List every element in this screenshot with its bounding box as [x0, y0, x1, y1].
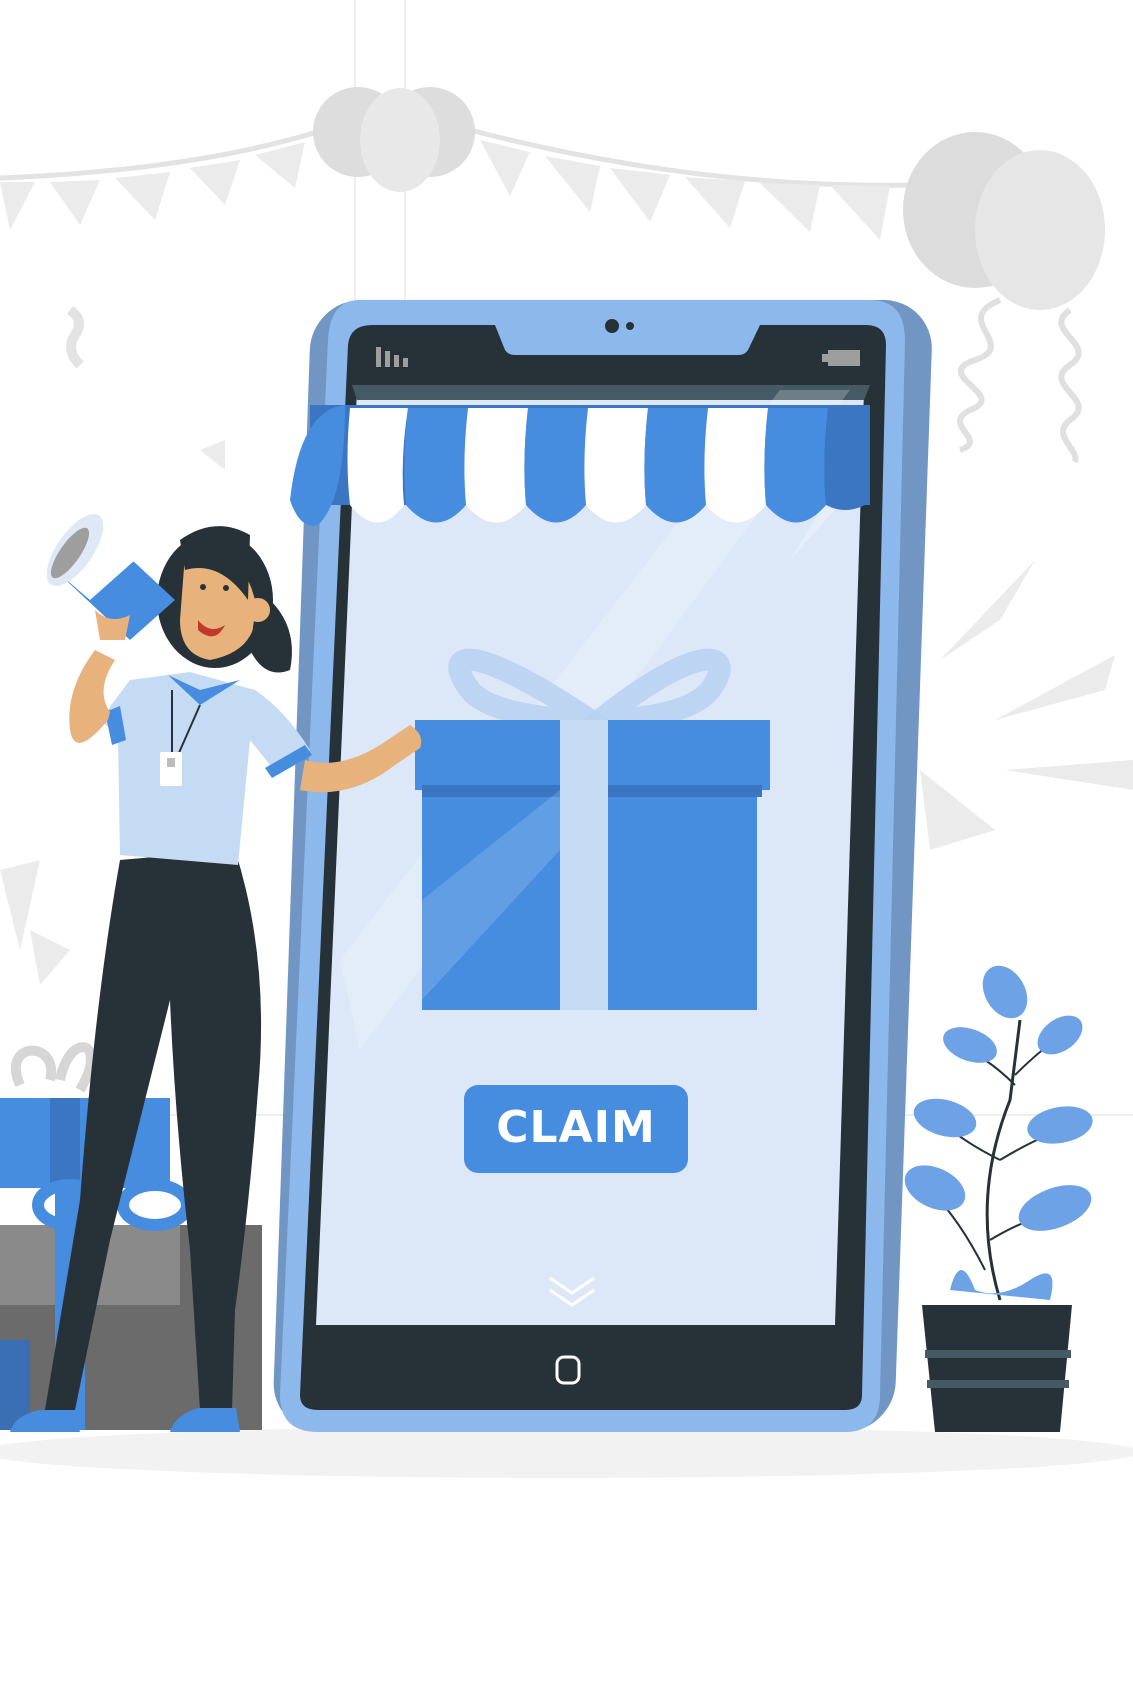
ground-shadow	[0, 1426, 1133, 1478]
claim-button[interactable]: CLAIM	[464, 1085, 688, 1173]
phone-notch	[495, 325, 760, 355]
shop-awning	[290, 405, 870, 526]
balloons-top	[313, 87, 475, 192]
id-badge	[160, 752, 182, 786]
claim-button-label: CLAIM	[496, 1102, 656, 1153]
front-camera-icon	[605, 319, 619, 333]
claim-gift-illustration: CLAIM	[0, 0, 1133, 1478]
potted-plant	[904, 965, 1093, 1432]
balloons-right	[903, 132, 1105, 464]
megaphone-icon	[46, 514, 175, 640]
